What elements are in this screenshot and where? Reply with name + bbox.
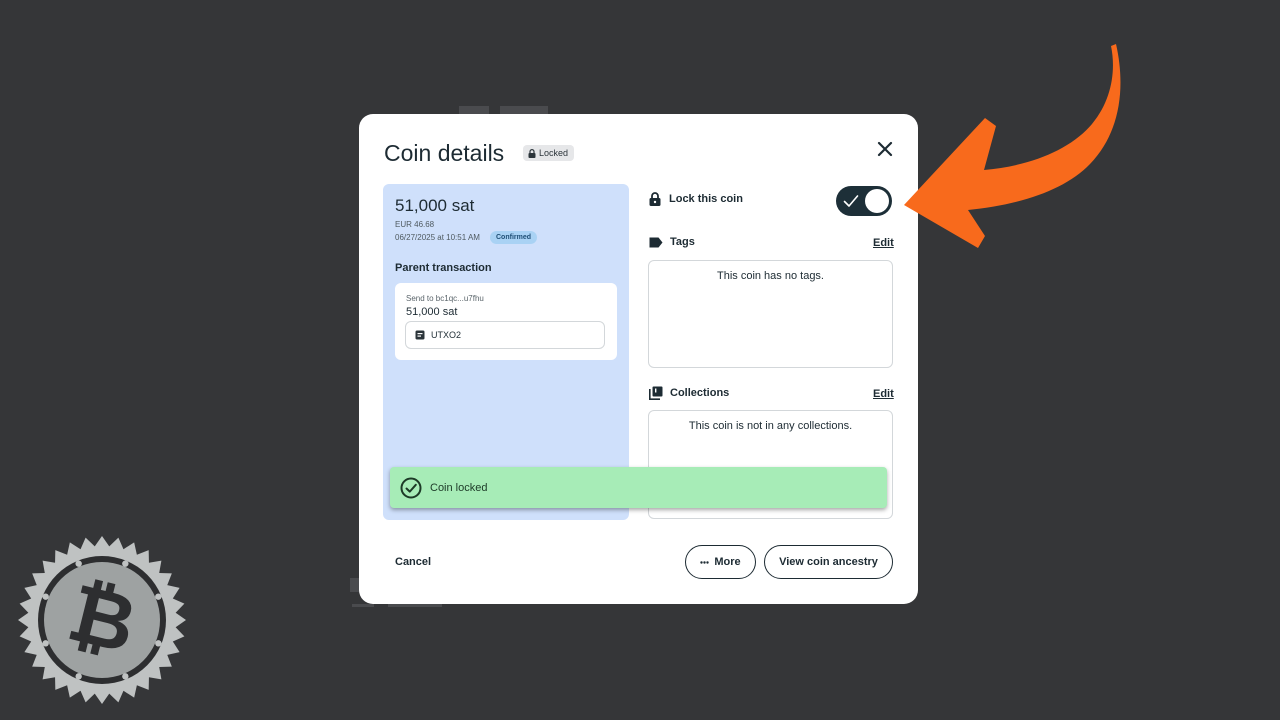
collections-icon — [649, 386, 663, 400]
background-fragment — [352, 604, 374, 607]
lock-icon — [528, 148, 536, 158]
tags-empty-text: This coin has no tags. — [716, 270, 824, 282]
background-fragment — [388, 604, 442, 607]
annotation-arrow-icon — [904, 44, 1121, 248]
more-dots-icon — [700, 560, 710, 564]
tags-box: This coin has no tags. — [648, 260, 893, 368]
lock-coin-row: Lock this coin — [649, 192, 743, 206]
more-button[interactable]: More — [685, 545, 756, 579]
locked-badge: Locked — [523, 145, 575, 161]
coin-fiat-value: EUR 46.68 — [395, 220, 435, 229]
collections-empty-text: This coin is not in any collections. — [688, 420, 853, 432]
utxo-chip[interactable]: UTXO2 — [405, 321, 605, 349]
collections-section-label: Collections — [649, 386, 729, 400]
cancel-button[interactable]: Cancel — [395, 556, 431, 568]
toggle-knob — [865, 189, 889, 213]
coin-locked-toast: Coin locked — [390, 467, 887, 508]
coin-date: 06/27/2025 at 10:51 AM — [395, 233, 480, 242]
tags-section-label: Tags — [649, 236, 695, 248]
check-circle-icon — [400, 477, 422, 498]
more-button-label: More — [714, 556, 741, 568]
modal-title: Coin details — [384, 140, 505, 166]
background-fragment — [500, 106, 548, 114]
tag-icon — [649, 237, 663, 247]
transaction-recipient: Send to bc1qc...u7fhu — [406, 294, 484, 303]
status-badge: Confirmed — [490, 231, 537, 244]
utxo-label: UTXO2 — [431, 330, 462, 340]
view-coin-ancestry-button[interactable]: View coin ancestry — [764, 545, 893, 579]
background-fragment — [459, 106, 489, 114]
parent-transaction-card[interactable]: Send to bc1qc...u7fhu 51,000 sat UTXO2 — [395, 283, 617, 360]
lock-coin-label: Lock this coin — [669, 193, 743, 205]
lock-icon — [649, 192, 661, 206]
coin-amount: 51,000 sat — [395, 196, 475, 215]
coin-details-modal: Coin details Locked 51,000 sat EUR 46.68… — [359, 114, 918, 604]
locked-badge-label: Locked — [539, 148, 569, 158]
lock-coin-toggle[interactable] — [836, 186, 892, 216]
view-coin-ancestry-label: View coin ancestry — [779, 556, 878, 568]
parent-transaction-label: Parent transaction — [395, 262, 492, 274]
transaction-amount: 51,000 sat — [406, 306, 458, 318]
check-icon — [843, 195, 859, 207]
tags-label: Tags — [670, 236, 695, 248]
coin-icon — [415, 330, 425, 340]
collections-label: Collections — [670, 387, 730, 399]
toast-message: Coin locked — [430, 481, 488, 494]
bitcoin-logo-icon: ₿ — [18, 536, 186, 704]
collections-edit-link[interactable]: Edit — [873, 388, 894, 400]
